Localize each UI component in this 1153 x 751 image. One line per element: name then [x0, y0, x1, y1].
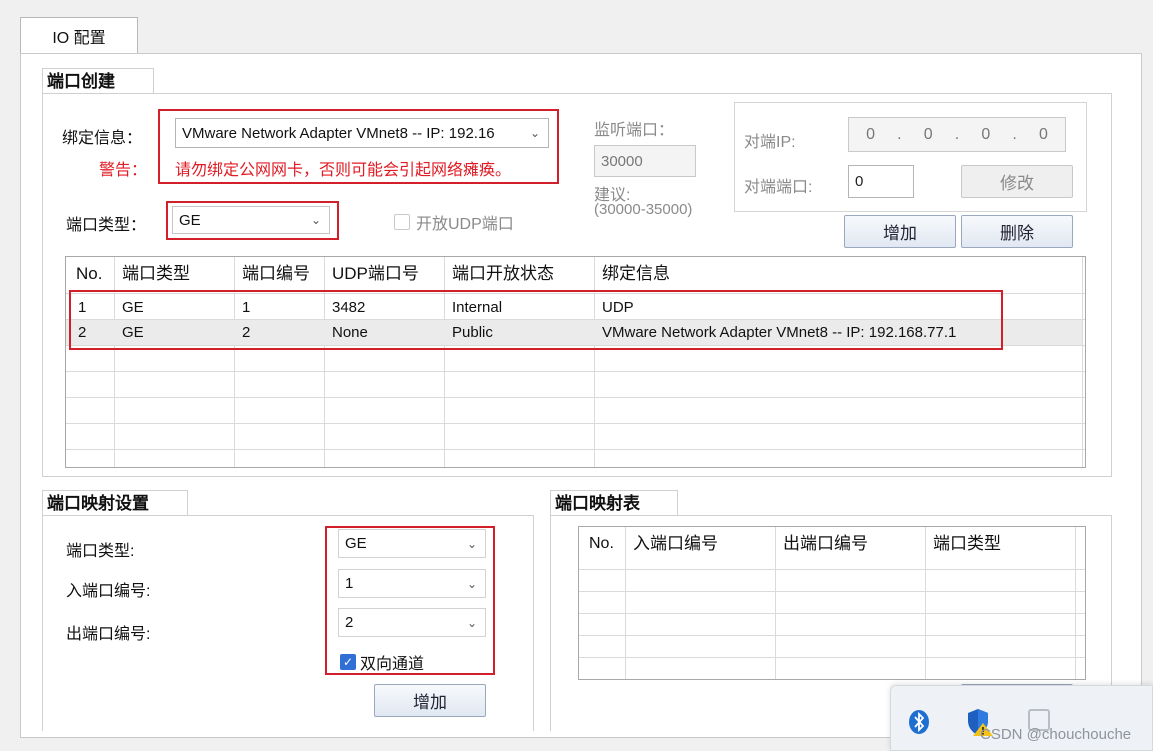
port-type-select[interactable]: GE ⌄ — [172, 206, 330, 234]
map-in-select[interactable]: 1 ⌄ — [338, 569, 486, 598]
tab-label: IO 配置 — [52, 30, 106, 47]
col-header[interactable]: 端口编号 — [234, 257, 310, 291]
map-type-label: 端口类型: — [66, 543, 135, 560]
map-type-select[interactable]: GE ⌄ — [338, 529, 486, 558]
ip-octet: 0 — [923, 125, 933, 143]
peer-port-input[interactable]: 0 — [848, 165, 914, 198]
open-udp-checkbox[interactable]: 开放UDP端口 — [394, 210, 514, 234]
col-header[interactable]: 绑定信息 — [594, 257, 670, 291]
listen-port-input[interactable]: 30000 — [594, 145, 696, 177]
peer-ip-label: 对端IP: — [744, 134, 796, 151]
ip-octet: 0 — [981, 125, 991, 143]
modify-button[interactable]: 修改 — [961, 165, 1073, 198]
bidirectional-checkbox[interactable]: ✓ 双向通道 — [340, 650, 424, 674]
watermark-text: CSDN @chouchouche — [980, 726, 1132, 743]
port-type-label: 端口类型： — [66, 217, 147, 234]
add-mapping-button[interactable]: 增加 — [374, 684, 486, 717]
warn-label: 警告： — [99, 162, 148, 179]
add-port-button[interactable]: 增加 — [844, 215, 956, 248]
peer-port-label: 对端端口: — [744, 179, 813, 196]
col-header[interactable]: 端口类型 — [925, 527, 1001, 561]
port-type-value: GE — [179, 211, 201, 229]
mapping-table-title: 端口映射表 — [550, 490, 678, 516]
chevron-down-icon: ⌄ — [529, 126, 541, 140]
tab-io-config[interactable]: IO 配置 — [20, 17, 138, 54]
tab-strip — [0, 0, 1153, 54]
suggest-range: (30000-35000) — [594, 201, 693, 218]
check-icon: ✓ — [340, 654, 356, 670]
col-header[interactable]: 端口类型 — [114, 257, 190, 291]
map-out-value: 2 — [345, 614, 354, 631]
map-in-value: 1 — [345, 575, 354, 592]
map-out-select[interactable]: 2 ⌄ — [338, 608, 486, 637]
mapping-table: No. 入端口编号 出端口编号 端口类型 — [578, 526, 1086, 680]
bind-select-value: VMware Network Adapter VMnet8 -- IP: 192… — [182, 124, 495, 142]
bluetooth-icon[interactable] — [908, 709, 930, 740]
col-header[interactable]: 出端口编号 — [775, 527, 868, 561]
bidirectional-label: 双向通道 — [360, 656, 425, 673]
col-header[interactable]: No. — [581, 527, 614, 561]
col-header[interactable]: No. — [68, 257, 102, 291]
col-header[interactable]: 端口开放状态 — [444, 257, 554, 291]
chevron-down-icon: ⌄ — [310, 213, 322, 227]
map-in-label: 入端口编号: — [66, 583, 151, 600]
ip-octet: 0 — [866, 125, 875, 143]
open-udp-label: 开放UDP端口 — [416, 216, 514, 233]
chevron-down-icon: ⌄ — [466, 615, 478, 630]
port-create-title: 端口创建 — [42, 68, 154, 94]
bind-select[interactable]: VMware Network Adapter VMnet8 -- IP: 192… — [175, 118, 549, 148]
bind-label: 绑定信息： — [62, 130, 143, 147]
peer-ip-input[interactable]: 0. 0. 0. 0 — [848, 117, 1066, 152]
map-type-value: GE — [345, 535, 367, 552]
chevron-down-icon: ⌄ — [466, 536, 478, 551]
ip-octet: 0 — [1038, 125, 1048, 143]
delete-port-button[interactable]: 删除 — [961, 215, 1073, 248]
chevron-down-icon: ⌄ — [466, 576, 478, 591]
port-table: No. 端口类型 端口编号 UDP端口号 端口开放状态 绑定信息 1 GE 1 … — [65, 256, 1086, 468]
mapping-settings-title: 端口映射设置 — [42, 490, 188, 516]
col-header[interactable]: 入端口编号 — [625, 527, 718, 561]
map-out-label: 出端口编号: — [66, 626, 151, 643]
rows-highlight — [69, 290, 1003, 350]
checkbox-icon — [394, 214, 410, 230]
col-header[interactable]: UDP端口号 — [324, 257, 419, 291]
warn-text: 请勿绑定公网网卡，否则可能会引起网络瘫痪。 — [175, 162, 512, 179]
listen-port-label: 监听端口： — [594, 122, 675, 139]
